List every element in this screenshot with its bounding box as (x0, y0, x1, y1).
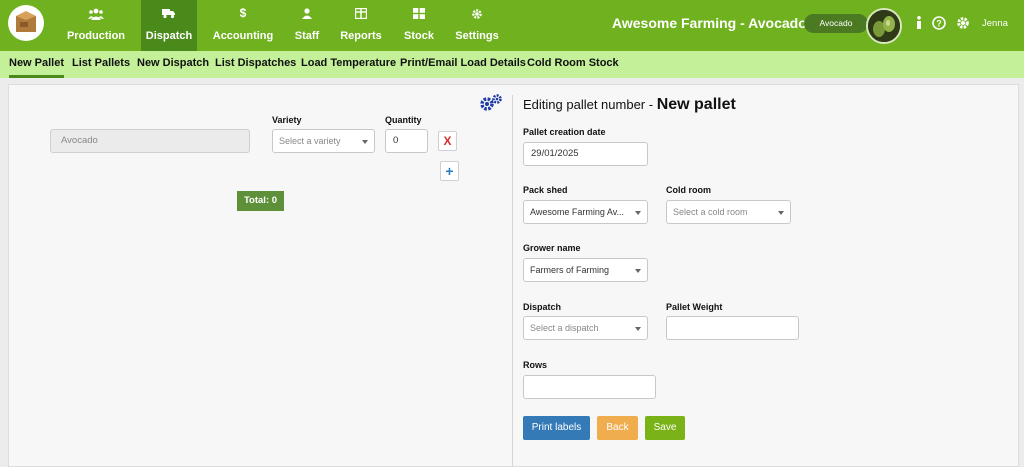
svg-text:?: ? (936, 19, 942, 29)
nav-label: Dispatch (145, 30, 193, 42)
nav-label: Production (66, 30, 126, 42)
total-badge: Total: 0 (237, 191, 284, 211)
coldroom-placeholder: Select a cold room (673, 207, 748, 217)
chevron-down-icon (635, 211, 641, 215)
nav-production[interactable]: Production (58, 0, 134, 51)
dispatch-label: Dispatch (523, 302, 562, 312)
coldroom-select[interactable]: Select a cold room (666, 200, 791, 224)
chevron-down-icon (778, 211, 784, 215)
product-field: Avocado (50, 129, 250, 153)
sub-navbar: New Pallet List Pallets New Dispatch Lis… (0, 51, 1024, 78)
pallet-weight-input[interactable] (666, 316, 799, 340)
nav-settings[interactable]: Settings (452, 0, 502, 51)
remove-row-button[interactable]: X (438, 131, 457, 151)
rows-label: Rows (523, 360, 548, 370)
app-logo[interactable] (8, 5, 44, 41)
quantity-label: Quantity (385, 115, 422, 125)
truck-icon (141, 8, 197, 20)
nav-label: Stock (404, 30, 434, 42)
panel-divider (512, 95, 513, 467)
chevron-down-icon (362, 140, 368, 144)
variety-select[interactable]: Select a variety (272, 129, 375, 153)
packshed-value: Awesome Farming Av... (530, 207, 625, 217)
nav-label: Accounting (212, 30, 274, 42)
settings-gear-icon[interactable] (955, 15, 971, 31)
users-icon (58, 8, 134, 20)
title-prefix: Editing pallet number - (523, 97, 657, 112)
nav-staff[interactable]: Staff (287, 0, 327, 51)
top-navbar: Production Dispatch $ Accounting Staff R… (0, 0, 1024, 51)
info-icon[interactable] (911, 15, 927, 31)
dispatch-select[interactable]: Select a dispatch (523, 316, 648, 340)
crop-selector[interactable]: Avocado (804, 14, 868, 33)
add-row-button[interactable]: + (440, 161, 459, 181)
report-icon (337, 8, 385, 20)
dispatch-placeholder: Select a dispatch (530, 323, 599, 333)
grid-icon (398, 8, 440, 20)
back-button[interactable]: Back (597, 416, 638, 440)
subnav-new-dispatch[interactable]: New Dispatch (137, 57, 209, 78)
nav-stock[interactable]: Stock (398, 0, 440, 51)
person-icon (287, 8, 327, 20)
packshed-select[interactable]: Awesome Farming Av... (523, 200, 648, 224)
variety-placeholder: Select a variety (279, 136, 341, 146)
creation-date-label: Pallet creation date (523, 127, 606, 137)
print-labels-button[interactable]: Print labels (523, 416, 590, 440)
rows-input[interactable] (523, 375, 656, 399)
variety-label: Variety (272, 115, 302, 125)
subnav-print-email-load[interactable]: Print/Email Load Details (400, 57, 526, 78)
help-icon[interactable]: ? (931, 15, 947, 31)
dollar-icon: $ (239, 6, 247, 20)
nav-label: Staff (294, 30, 320, 42)
user-name[interactable]: Jenna (982, 18, 1008, 29)
coldroom-label: Cold room (666, 185, 711, 195)
nav-reports[interactable]: Reports (337, 0, 385, 51)
creation-date-input[interactable]: 29/01/2025 (523, 142, 648, 166)
gear-icon (452, 8, 502, 20)
gears-config-icon[interactable] (479, 94, 503, 112)
chevron-down-icon (635, 269, 641, 273)
grower-value: Farmers of Farming (530, 265, 610, 275)
company-title: Awesome Farming - Avocados (612, 15, 815, 31)
nav-label: Settings (455, 30, 499, 42)
subnav-cold-room-stock[interactable]: Cold Room Stock (527, 57, 619, 78)
quantity-input[interactable]: 0 (385, 129, 428, 153)
title-main: New pallet (656, 96, 736, 113)
subnav-new-pallet[interactable]: New Pallet (9, 57, 65, 78)
pallet-weight-label: Pallet Weight (666, 302, 723, 312)
nav-label: Reports (340, 30, 382, 42)
save-button[interactable]: Save (645, 416, 685, 440)
grower-select[interactable]: Farmers of Farming (523, 258, 648, 282)
page-title: Editing pallet number - New pallet (523, 96, 736, 114)
subnav-load-temperature[interactable]: Load Temperature (301, 57, 396, 78)
subnav-list-pallets[interactable]: List Pallets (72, 57, 130, 78)
subnav-list-dispatches[interactable]: List Dispatches (215, 57, 296, 78)
packshed-label: Pack shed (523, 185, 568, 195)
grower-label: Grower name (523, 243, 581, 253)
nav-dispatch[interactable]: Dispatch (141, 0, 197, 51)
chevron-down-icon (635, 327, 641, 331)
avocado-image (866, 8, 902, 44)
nav-accounting[interactable]: $ Accounting (208, 0, 278, 51)
